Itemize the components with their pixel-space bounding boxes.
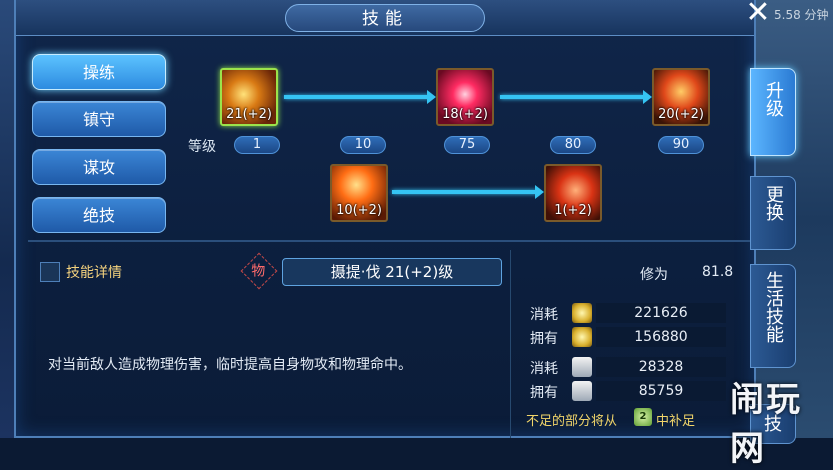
coin-own-label: 拥有 [530, 331, 558, 347]
tab-replace-label: 更换 [763, 185, 784, 221]
physical-type-text: 物 [251, 263, 266, 280]
skill-node-red-fang[interactable]: 1(+2) [544, 164, 602, 222]
skill-level: 21(+2) [226, 107, 272, 122]
column-divider [510, 250, 511, 438]
tab-life-skill-label: 生活技能 [763, 271, 784, 343]
coin-cost-label: 消耗 [530, 307, 558, 323]
tab-upgrade[interactable]: 升级 [750, 68, 796, 156]
scroll-cost-label: 消耗 [530, 361, 558, 377]
level-threshold: 80 [550, 136, 596, 154]
tree-arrow [500, 90, 652, 104]
insufficient-note: 不足的部分将从 [526, 414, 618, 429]
skill-detail-label: 技能详情 [66, 265, 122, 281]
tab-zhenshou[interactable]: 镇守 [32, 101, 166, 137]
insufficient-note-end: 中补足 [656, 414, 696, 429]
xiuwei-value: 81.8 [702, 264, 734, 280]
tab-upgrade-label: 升级 [763, 81, 784, 117]
skill-level: 10(+2) [336, 203, 382, 218]
level-threshold: 90 [658, 136, 704, 154]
level-threshold: 10 [340, 136, 386, 154]
skill-level: 18(+2) [442, 107, 488, 122]
tab-caolian[interactable]: 操练 [32, 54, 166, 90]
scroll-icon [572, 357, 592, 377]
tab-mougong[interactable]: 谋攻 [32, 149, 166, 185]
coin-icon [572, 303, 592, 323]
section-divider [28, 240, 750, 242]
title-bar: 技能 [16, 0, 754, 36]
level-label: 等级 [188, 139, 216, 155]
scroll-cost-value: 28328 [596, 357, 726, 377]
skill-node-crimson-claw[interactable]: 18(+2) [436, 68, 494, 126]
tree-arrow [392, 185, 544, 199]
tab-replace[interactable]: 更换 [750, 176, 796, 250]
skill-name: 摄提·伐 21(+2)级 [282, 258, 502, 286]
watermark-logo: 闹玩网 [730, 380, 802, 469]
coin-cost-value: 221626 [596, 303, 726, 323]
panel-title: 技能 [285, 4, 485, 32]
skill-node-blade-slash[interactable]: 21(+2) [220, 68, 278, 126]
tree-arrow [284, 90, 436, 104]
skill-level: 20(+2) [658, 107, 704, 122]
skill-node-flame-strike[interactable]: 20(+2) [652, 68, 710, 126]
level-threshold: 1 [234, 136, 280, 154]
scroll-icon [572, 381, 592, 401]
session-timer: 5.58 分钟 [774, 8, 829, 22]
scroll-own-label: 拥有 [530, 385, 558, 401]
jade-icon: 2 [634, 408, 652, 426]
close-icon[interactable]: ✕ [738, 0, 778, 28]
scroll-own-value: 85759 [596, 381, 726, 401]
level-threshold: 75 [444, 136, 490, 154]
coin-own-value: 156880 [596, 327, 726, 347]
skill-level: 1(+2) [554, 203, 592, 218]
skill-detail-checkbox[interactable] [40, 262, 60, 282]
skill-node-fire-sweep[interactable]: 10(+2) [330, 164, 388, 222]
tab-life-skill[interactable]: 生活技能 [750, 264, 796, 368]
tab-jueji[interactable]: 绝技 [32, 197, 166, 233]
skill-description: 对当前敌人造成物理伤害，临时提高自身物攻和物理命中。 [48, 357, 412, 373]
xiuwei-label: 修为 [640, 267, 668, 283]
coin-icon [572, 327, 592, 347]
